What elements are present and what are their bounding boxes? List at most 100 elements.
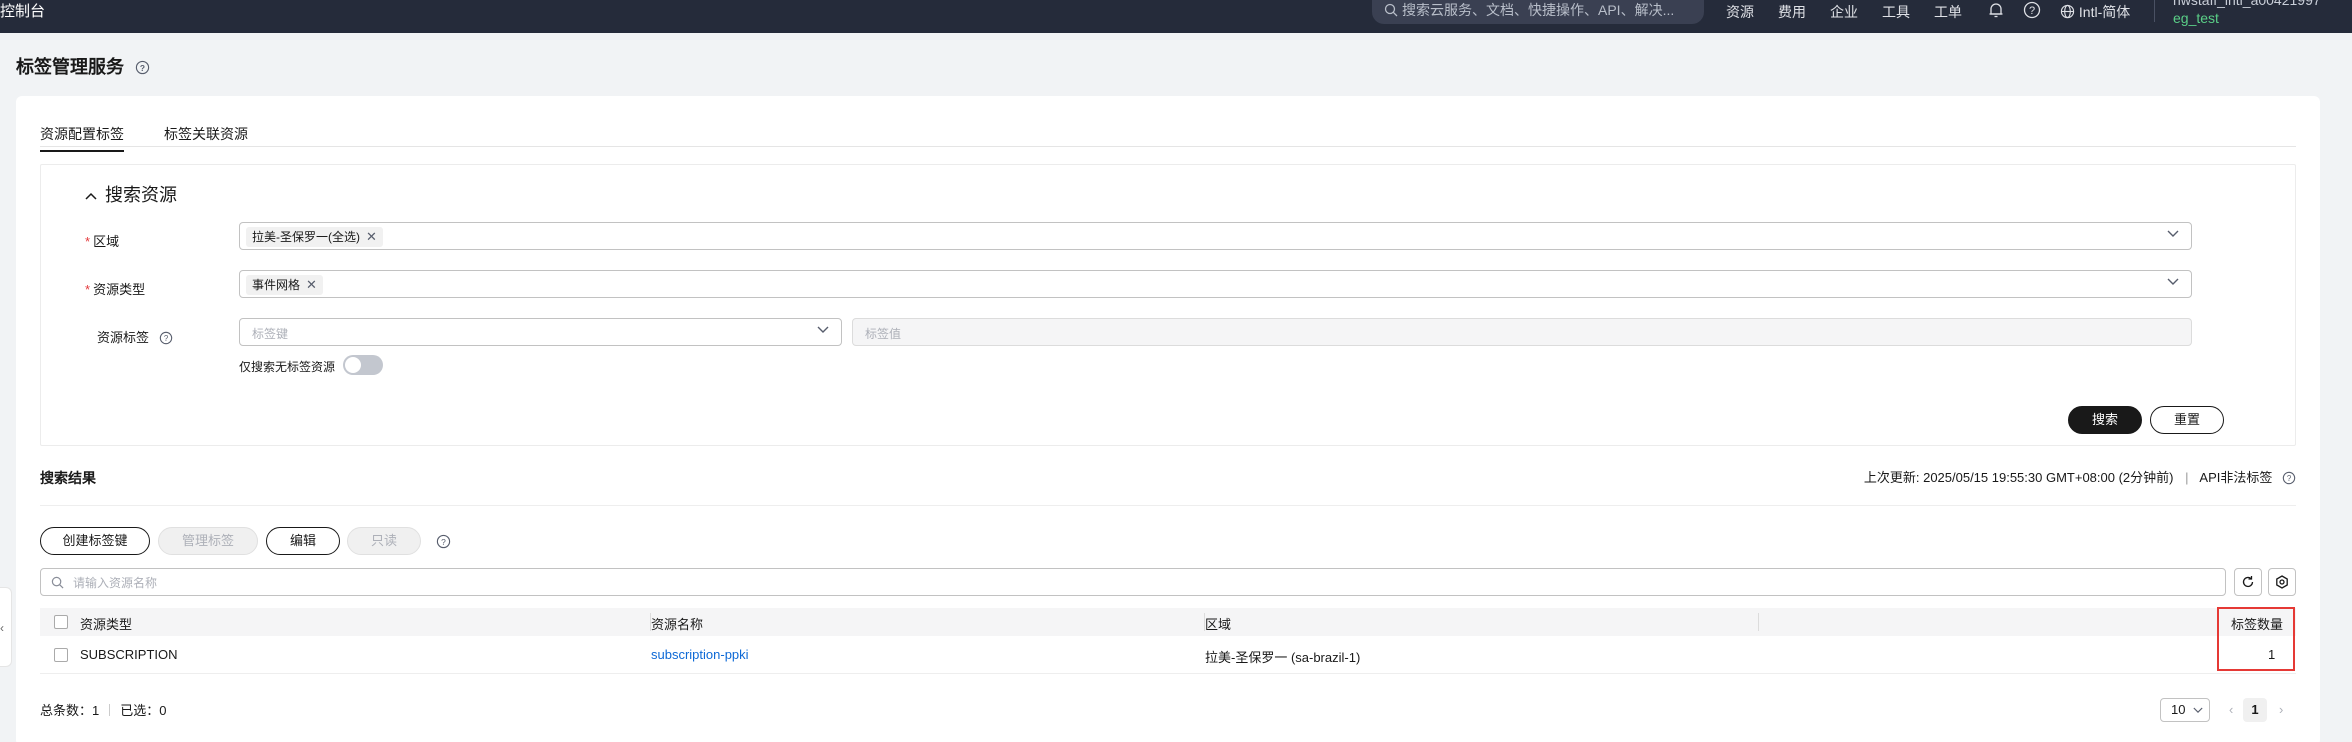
tag-value-input[interactable]: 标签值 [852,318,2192,346]
nav-enterprise[interactable]: 企业 [1830,2,1858,22]
search-panel-toggle[interactable]: 搜索资源 [85,181,177,207]
results-summary: 总条数：1 已选：0 [40,700,166,719]
reset-button[interactable]: 重置 [2150,406,2224,434]
cell-resource-type: SUBSCRIPTION [80,647,178,662]
chevron-up-icon [85,192,97,200]
svg-text:?: ? [441,537,446,547]
gear-icon [2276,575,2288,589]
cell-resource-name-link[interactable]: subscription-ppki [651,647,749,662]
edit-button[interactable]: 编辑 [266,527,340,555]
resource-search-placeholder: 请输入资源名称 [73,576,158,590]
search-panel: 搜索资源 * 区域 拉美-圣保罗一(全选) ✕ * 资源类型 事件网格 ✕ 资源标签 ?… [40,164,2296,446]
resource-name-search-input[interactable]: 请输入资源名称 [40,568,2226,596]
chevron-down-icon [2167,230,2179,237]
resource-type-chip-text: 事件网格 [252,278,301,292]
nav-resources[interactable]: 资源 [1726,2,1754,22]
top-navigation-bar: 控制台 搜索云服务、文档、快捷操作、API、解决... 资源 费用 企业 工具 … [0,0,2352,33]
region-select[interactable]: 拉美-圣保罗一(全选) ✕ [239,222,2192,250]
page-size-select[interactable]: 10 [2160,698,2210,722]
region-label-text: 区域 [93,234,120,249]
nav-billing[interactable]: 费用 [1778,2,1806,22]
api-illegal-tags-link[interactable]: API非法标签 [2199,470,2272,485]
resource-type-label-text: 资源类型 [93,282,146,297]
search-button[interactable]: 搜索 [2068,406,2142,434]
help-icon[interactable]: ? [159,331,173,345]
svg-text:?: ? [2029,5,2035,17]
tab-resource-tags[interactable]: 资源配置标签 [40,124,124,152]
global-search-box[interactable]: 搜索云服务、文档、快捷操作、API、解决... [1372,0,1704,24]
page-title-text: 标签管理服务 [16,57,124,77]
chevron-down-icon [2193,707,2203,713]
resource-tag-label-text: 资源标签 [97,330,150,345]
cell-region: 拉美-圣保罗一 (sa-brazil-1) [1205,650,1361,665]
column-separator [1758,613,1759,631]
svg-text:?: ? [163,334,168,343]
sidebar-collapse-handle[interactable]: ‹ [0,587,12,667]
refresh-icon [2242,576,2254,588]
close-icon[interactable]: ✕ [366,229,377,244]
tag-value-placeholder: 标签值 [865,327,902,341]
search-icon [51,576,64,589]
page-number-current[interactable]: 1 [2243,698,2267,722]
resource-type-chip: 事件网格 ✕ [246,275,323,295]
page-size-value: 10 [2171,702,2186,717]
account-name[interactable]: hwstaff_intl_a00421997 [2173,0,2321,8]
settings-button[interactable] [2268,568,2296,596]
tag-key-placeholder: 标签键 [252,327,289,341]
language-switch[interactable]: Intl-简体 [2060,2,2130,22]
row-checkbox[interactable] [54,648,68,662]
resource-type-label: * 资源类型 [85,282,146,297]
topbar-divider [2154,0,2155,22]
page-title: 标签管理服务 ? [16,53,150,80]
user-name[interactable]: eg_test [2173,10,2219,26]
console-home-link[interactable]: 控制台 [0,0,45,21]
tag-count-highlight-box [2217,607,2295,671]
chevron-down-icon [2167,278,2179,285]
nav-tickets[interactable]: 工单 [1934,2,1962,22]
tab-tag-linked-resources[interactable]: 标签关联资源 [164,124,248,150]
help-icon[interactable]: ? [2023,1,2041,22]
chevron-left-icon[interactable]: ‹ [2229,702,2233,717]
language-label: Intl-简体 [2078,4,2131,20]
svg-text:?: ? [140,63,145,73]
results-title: 搜索结果 [40,470,96,486]
close-icon[interactable]: ✕ [306,277,317,292]
table-header: 资源类型 资源名称 区域 标签数量 [40,608,2296,636]
globe-icon [2060,4,2075,19]
svg-text:?: ? [2287,474,2292,483]
region-label: * 区域 [85,234,120,249]
help-icon[interactable]: ? [436,534,451,549]
untagged-only-label: 仅搜索无标签资源 [239,360,336,374]
help-icon[interactable]: ? [2282,471,2296,485]
table-row: SUBSCRIPTION subscription-ppki 拉美-圣保罗一 (… [40,636,2296,674]
nav-tools[interactable]: 工具 [1882,2,1910,22]
chevron-right-icon[interactable]: › [2279,702,2283,717]
selected-count: 已选：0 [120,703,167,718]
results-divider [40,505,2296,506]
search-panel-title: 搜索资源 [105,185,177,205]
refresh-button[interactable] [2234,568,2262,596]
column-resource-name[interactable]: 资源名称 [651,614,703,633]
untagged-only-toggle[interactable] [343,355,383,375]
search-icon [1384,3,1398,17]
tag-key-select[interactable]: 标签键 [239,318,842,346]
main-card: 资源配置标签 标签关联资源 搜索资源 * 区域 拉美-圣保罗一(全选) ✕ * 资源类… [16,96,2320,742]
region-chip: 拉美-圣保罗一(全选) ✕ [246,227,383,247]
total-count: 总条数：1 [40,703,100,718]
bell-icon[interactable] [1987,1,2005,22]
readonly-button[interactable]: 只读 [347,527,421,555]
tab-bar: 资源配置标签 标签关联资源 [40,124,2296,152]
resource-type-select[interactable]: 事件网格 ✕ [239,270,2192,298]
help-icon[interactable]: ? [135,59,150,80]
column-region[interactable]: 区域 [1205,614,1231,633]
resource-tag-label: 资源标签 ? [97,327,173,346]
results-meta: 上次更新: 2025/05/15 19:55:30 GMT+08:00 (2分钟… [1864,467,2296,486]
chevron-down-icon [817,326,829,333]
global-search-placeholder: 搜索云服务、文档、快捷操作、API、解决... [1402,2,1675,18]
region-chip-text: 拉美-圣保罗一(全选) [252,230,360,244]
create-tag-key-button[interactable]: 创建标签键 [40,527,150,555]
last-update-text: 上次更新: 2025/05/15 19:55:30 GMT+08:00 (2分钟… [1863,470,2174,485]
select-all-checkbox[interactable] [54,615,68,629]
manage-tags-button[interactable]: 管理标签 [158,527,258,555]
column-resource-type[interactable]: 资源类型 [80,614,132,633]
